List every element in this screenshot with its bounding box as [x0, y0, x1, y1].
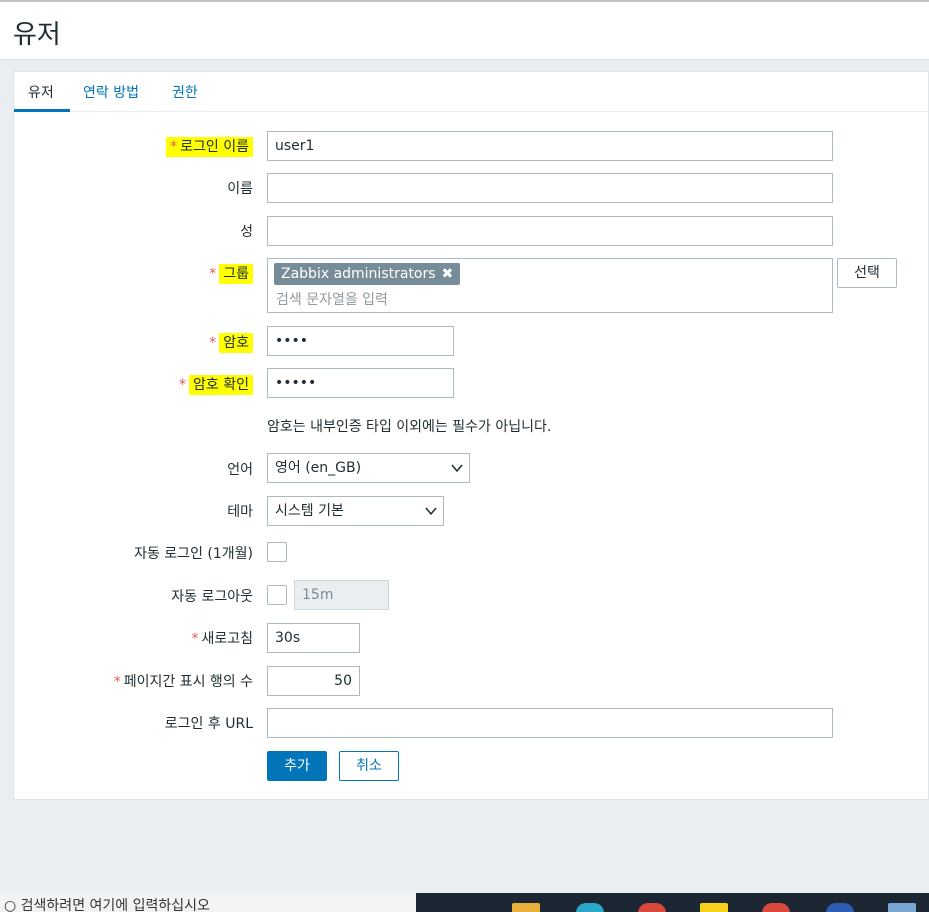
- cancel-button[interactable]: 취소: [339, 751, 399, 781]
- required-marker: *: [179, 377, 187, 393]
- tab-permissions[interactable]: 권한: [172, 82, 198, 102]
- chevron-down-icon: [451, 464, 463, 473]
- refresh-input[interactable]: 30s: [267, 623, 360, 653]
- taskbar-search-text: 검색하려면 여기에 입력하십시오: [20, 898, 210, 912]
- login-input[interactable]: user1: [267, 131, 833, 161]
- password-confirm-label: * 암호 확인: [179, 374, 253, 395]
- search-icon: ○: [4, 898, 21, 912]
- url-input[interactable]: [267, 708, 833, 738]
- taskbar-search[interactable]: ○ 검색하려면 여기에 입력하십시오: [0, 893, 416, 912]
- required-marker: *: [191, 631, 199, 647]
- required-marker: *: [113, 674, 121, 690]
- autologout-label: 자동 로그아웃: [171, 589, 253, 605]
- url-label: 로그인 후 URL: [164, 716, 253, 732]
- tab-bar: 유저 연락 방법 권한: [14, 72, 928, 112]
- language-select-value: 영어 (en_GB): [275, 460, 362, 476]
- language-select[interactable]: 영어 (en_GB): [267, 453, 470, 483]
- surname-label: 성: [240, 224, 253, 240]
- tab-user[interactable]: 유저: [28, 82, 54, 102]
- login-label-text: 로그인 이름: [180, 139, 249, 155]
- refresh-label-text: 새로고침: [201, 631, 253, 647]
- app-icon[interactable]: [826, 903, 854, 912]
- remove-chip-icon[interactable]: ✖: [442, 266, 454, 282]
- autologout-checkbox[interactable]: [267, 585, 287, 605]
- file-explorer-icon[interactable]: [512, 903, 540, 912]
- rows-per-page-input[interactable]: 50: [267, 666, 360, 696]
- chevron-down-icon: [425, 507, 437, 516]
- autologin-checkbox[interactable]: [267, 542, 287, 562]
- add-button[interactable]: 추가: [267, 751, 327, 781]
- rows-per-page-label: * 페이지간 표시 행의 수: [114, 671, 253, 691]
- rows-per-page-label-text: 페이지간 표시 행의 수: [123, 674, 253, 690]
- language-label: 언어: [227, 462, 253, 478]
- name-label: 이름: [227, 181, 253, 197]
- password-confirm-input[interactable]: •••••: [267, 368, 454, 398]
- required-marker: *: [170, 139, 178, 155]
- group-chip-label: Zabbix administrators: [281, 266, 436, 282]
- surname-input[interactable]: [267, 216, 833, 246]
- autologout-input: 15m: [294, 580, 389, 610]
- theme-label: 테마: [227, 504, 253, 520]
- password-input[interactable]: ••••: [267, 326, 454, 356]
- password-label: * 암호: [209, 332, 253, 353]
- window-app-icon[interactable]: [888, 903, 916, 912]
- tab-media[interactable]: 연락 방법: [83, 82, 139, 102]
- edge-browser-icon[interactable]: [576, 903, 604, 912]
- login-label: * 로그인 이름: [166, 136, 253, 157]
- required-marker: *: [209, 335, 217, 351]
- page-header: 유저: [0, 0, 929, 60]
- chrome-profile-icon[interactable]: [762, 903, 790, 912]
- active-tab-indicator: [14, 109, 70, 112]
- password-label-text: 암호: [219, 333, 253, 353]
- windows-taskbar: ○ 검색하려면 여기에 입력하십시오: [0, 893, 929, 912]
- chrome-icon[interactable]: [638, 903, 666, 912]
- groups-multiselect[interactable]: Zabbix administrators ✖ 검색 문자열을 입력: [267, 258, 833, 313]
- groups-search-placeholder[interactable]: 검색 문자열을 입력: [276, 289, 388, 309]
- refresh-label: * 새로고침: [191, 628, 253, 648]
- autologin-label: 자동 로그인 (1개월): [134, 546, 253, 562]
- theme-select-value: 시스템 기본: [275, 503, 344, 519]
- password-hint: 암호는 내부인증 타입 이외에는 필수가 아닙니다.: [267, 419, 552, 435]
- groups-select-button[interactable]: 선택: [837, 258, 897, 288]
- groups-label-text: 그룹: [219, 264, 253, 284]
- kakaotalk-icon[interactable]: [700, 903, 728, 912]
- user-form-panel: 유저 연락 방법 권한 * 로그인 이름 user1 이름 성 * 그룹 Zabbi…: [13, 71, 929, 800]
- name-input[interactable]: [267, 173, 833, 203]
- group-chip: Zabbix administrators ✖: [274, 263, 461, 285]
- theme-select[interactable]: 시스템 기본: [267, 496, 444, 526]
- groups-label: * 그룹: [209, 263, 253, 284]
- page-title: 유저: [13, 20, 61, 50]
- password-confirm-label-text: 암호 확인: [189, 375, 253, 395]
- required-marker: *: [209, 266, 217, 282]
